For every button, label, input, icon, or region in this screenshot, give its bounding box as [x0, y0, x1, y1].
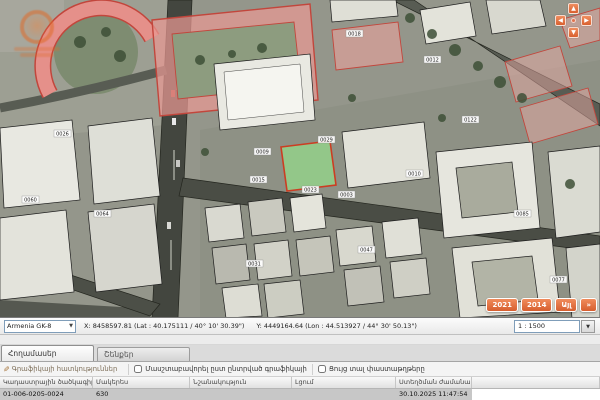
toolbar-separator	[312, 364, 313, 375]
parcel-label: 0064	[96, 212, 109, 218]
parcel-label: 0009	[256, 150, 269, 156]
tab-parcels[interactable]: Հողամասեր	[1, 345, 94, 361]
parcel-label: 0077	[552, 278, 565, 284]
header-cadastral-code[interactable]: Կադաստրային ծածկագիր	[0, 377, 93, 388]
scale-dropdown-button[interactable]: ▼	[581, 320, 595, 333]
parcel-label: 0003	[340, 193, 353, 199]
table-header-row: Կադաստրային ծածկագիր Մակերես Նշանակությո…	[0, 377, 600, 389]
tab-buildings[interactable]: Շենքեր	[97, 347, 190, 361]
parcel-label: 0010	[408, 172, 421, 178]
parcel-label: 0012	[426, 58, 439, 64]
header-empty	[472, 377, 600, 388]
parcel-label: 0047	[360, 248, 373, 254]
parcel-label: 0026	[56, 132, 69, 138]
results-toolbar: ✎ Գրաֆիկայի հատկություններ Մասշտաբավորել…	[0, 362, 600, 377]
map-pan-control: ▲ ▼ ◀ ▶	[554, 3, 594, 39]
parcel-label: 0018	[348, 32, 361, 38]
chevron-down-icon: ▼	[69, 323, 73, 329]
year-other-button[interactable]: Այլ	[555, 298, 577, 312]
selected-parcel[interactable]	[281, 141, 336, 191]
pan-right-button[interactable]: ▶	[581, 15, 592, 26]
scale-input[interactable]: 1 : 1500	[514, 320, 580, 333]
year-2014-button[interactable]: 2014	[521, 298, 552, 312]
pan-down-button[interactable]: ▼	[568, 27, 579, 38]
satellite-map-viewport[interactable]: 0009 0029 0015 0023 0003 0060 0064 0026 …	[0, 0, 600, 318]
cell-area: 630	[93, 389, 190, 400]
parcel-label: 0023	[304, 188, 317, 194]
parcel-label: 0060	[24, 198, 37, 204]
map-canvas: 0009 0029 0015 0023 0003 0060 0064 0026 …	[0, 0, 600, 318]
parcel-label: 0085	[516, 212, 529, 218]
header-created-time[interactable]: Ստեղծման ժամանակ	[396, 377, 472, 388]
parcel-label: 0029	[320, 138, 333, 144]
zoom-to-selected-checkbox[interactable]: Մասշտաբավորել ըստ ընտրված գրաֆիկայի	[134, 365, 307, 373]
pan-center-dot	[571, 18, 576, 23]
checkbox-label: Մասշտաբավորել ըստ ընտրված գրաֆիկայի	[145, 365, 307, 373]
show-documents-checkbox[interactable]: Ցույց տալ փաստաթղթերը	[318, 365, 425, 373]
year-2021-button[interactable]: 2021	[486, 298, 517, 312]
pan-up-button[interactable]: ▲	[568, 3, 579, 14]
pencil-icon: ✎	[3, 365, 10, 374]
cadastre-map-app: 0009 0029 0015 0023 0003 0060 0064 0026 …	[0, 0, 600, 400]
projection-select[interactable]: Armenia GK-8 ▼	[4, 320, 76, 333]
cell-cadastral-code: 01-006-0205-0024	[0, 389, 93, 400]
coordinate-y: Y: 4449164.64 (Lon : 44.513927 / 44° 30'…	[256, 322, 417, 330]
checkbox-input[interactable]	[134, 365, 142, 373]
table-row[interactable]: 01-006-0205-0024 630 30.10.2025 11:47:54	[0, 389, 600, 400]
header-fill[interactable]: Լցում	[292, 377, 396, 388]
parcel-label: 0122	[464, 118, 477, 124]
coordinate-x: X: 8458597.81 (Lat : 40.175111 / 40° 10'…	[84, 322, 244, 330]
header-designation[interactable]: Նշանակություն	[190, 377, 292, 388]
results-tabstrip: Հողամասեր Շենքեր	[0, 345, 600, 362]
checkbox-input[interactable]	[318, 365, 326, 373]
cell-fill	[292, 389, 396, 400]
year-more-button[interactable]: »	[580, 298, 597, 312]
cursor-coordinates: X: 8458597.81 (Lat : 40.175111 / 40° 10'…	[84, 322, 427, 330]
projection-value: Armenia GK-8	[7, 322, 51, 330]
graphic-properties-link[interactable]: Գրաֆիկայի հատկություններ	[12, 365, 118, 373]
checkbox-label: Ցույց տալ փաստաթղթերը	[329, 365, 425, 373]
cell-created-time: 30.10.2025 11:47:54	[396, 389, 472, 400]
scale-value: 1 : 1500	[518, 322, 545, 330]
cell-designation	[190, 389, 292, 400]
header-area[interactable]: Մակերես	[93, 377, 190, 388]
panel-divider-strip	[0, 335, 600, 345]
parcel-label: 0031	[248, 262, 261, 268]
pan-left-button[interactable]: ◀	[555, 15, 566, 26]
toolbar-separator	[128, 364, 129, 375]
orthophoto-year-buttons: 2021 2014 Այլ »	[486, 298, 597, 312]
cell-empty	[472, 389, 600, 400]
coordinate-bar: Armenia GK-8 ▼ X: 8458597.81 (Lat : 40.1…	[0, 318, 600, 335]
parcel-label: 0015	[252, 178, 265, 184]
